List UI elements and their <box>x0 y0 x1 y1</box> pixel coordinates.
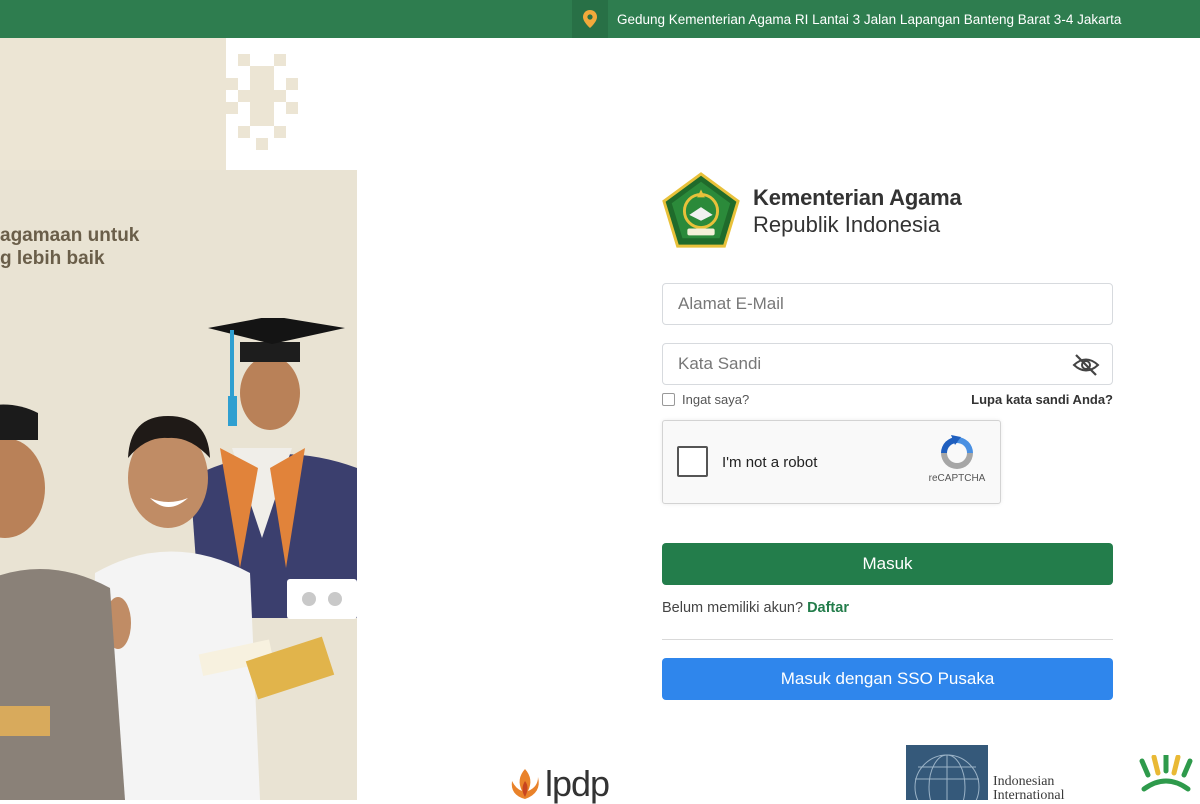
brand-title: Kementerian Agama <box>753 184 962 210</box>
lpdp-logo: lpdp <box>508 763 610 804</box>
lpdp-flame-icon <box>511 769 539 799</box>
hero-tagline-line2: g lebih baik <box>0 248 105 269</box>
register-prompt: Belum memiliki akun? Daftar <box>662 600 849 616</box>
lpdp-text: lpdp <box>545 763 610 804</box>
hero-background-top <box>0 38 226 170</box>
remember-label: Ingat saya? <box>682 392 750 407</box>
register-link[interactable]: Daftar <box>807 600 849 616</box>
ornament-pattern <box>226 54 298 150</box>
email-input[interactable] <box>678 294 1058 314</box>
recaptcha-checkbox[interactable] <box>677 446 708 477</box>
office-address: Gedung Kementerian Agama RI Lantai 3 Jal… <box>617 11 1122 27</box>
forgot-password-link[interactable]: Lupa kata sandi Anda? <box>940 392 1113 407</box>
carousel-dot[interactable] <box>302 592 316 606</box>
password-field[interactable] <box>662 343 1113 385</box>
register-prompt-text: Belum memiliki akun? <box>662 600 804 616</box>
login-button[interactable]: Masuk <box>662 543 1113 585</box>
partner-logo-icon <box>1139 755 1193 792</box>
carousel-dot[interactable] <box>328 592 342 606</box>
uiii-text: Indonesian International <box>993 775 1065 803</box>
recaptcha-widget: I'm not a robot reCAPTCHA <box>662 420 1001 504</box>
brand-header: Kementerian Agama Republik Indonesia <box>662 172 962 250</box>
remember-checkbox[interactable] <box>662 393 675 406</box>
password-input[interactable] <box>678 354 1058 374</box>
uiii-logo-mark <box>906 745 988 800</box>
remember-me[interactable]: Ingat saya? <box>662 392 749 407</box>
hero-tagline: agamaan untuk g lebih baik <box>0 224 139 270</box>
hero-panel: agamaan untuk g lebih baik <box>0 38 357 800</box>
divider <box>662 639 1113 640</box>
brand-subtitle: Republik Indonesia <box>753 211 941 237</box>
address-bar: Gedung Kementerian Agama RI Lantai 3 Jal… <box>572 0 1121 38</box>
eye-slash-icon[interactable] <box>1072 352 1100 378</box>
students-illustration <box>0 318 357 800</box>
recaptcha-logo-icon <box>941 435 973 469</box>
man-figure <box>0 404 125 800</box>
uiii-line2: International <box>993 788 1065 803</box>
recaptcha-label: I'm not a robot <box>722 454 818 471</box>
email-field[interactable] <box>662 283 1113 325</box>
sso-login-button[interactable]: Masuk dengan SSO Pusaka <box>662 658 1113 700</box>
hero-tagline-line1: agamaan untuk <box>0 225 140 246</box>
map-pin-icon <box>572 0 608 38</box>
carousel-indicator <box>287 579 357 619</box>
kemenag-emblem-icon <box>662 172 740 248</box>
top-bar: Gedung Kementerian Agama RI Lantai 3 Jal… <box>0 0 1200 38</box>
uiii-line1: Indonesian <box>993 774 1055 789</box>
recaptcha-brand: reCAPTCHA <box>928 473 986 484</box>
